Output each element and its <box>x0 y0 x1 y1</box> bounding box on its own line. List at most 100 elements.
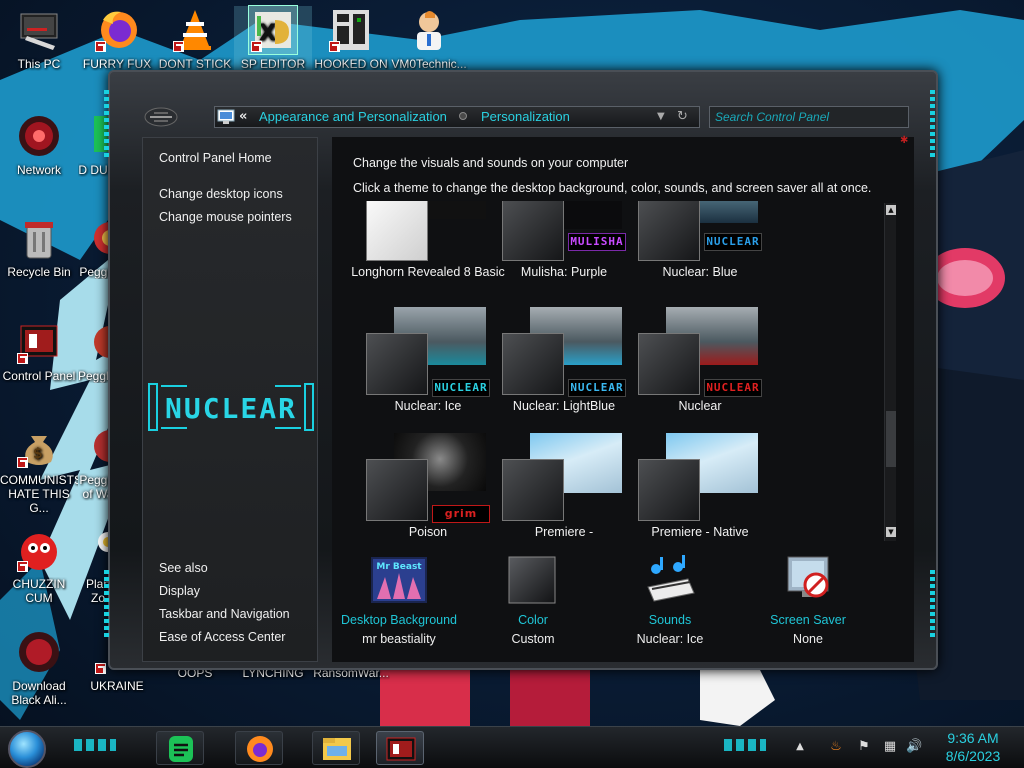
theme-label: Premiere - <box>534 525 594 539</box>
theme-color-swatch <box>638 459 700 521</box>
theme-label: Nuclear: Ice <box>394 399 462 413</box>
color-title[interactable]: Color <box>464 613 602 627</box>
theme-color-swatch <box>366 459 428 521</box>
control-panel-home-link[interactable]: Control Panel Home <box>159 151 272 165</box>
network-tray-icon[interactable]: ▦ <box>882 739 898 755</box>
control-panel-small-icon <box>217 109 235 125</box>
screen-saver-icon <box>780 555 836 605</box>
desktop-background-icon: Mr Beast <box>371 555 427 605</box>
breadcrumb-overflow-button[interactable]: « <box>239 109 247 124</box>
scroll-down-icon[interactable]: ▼ <box>886 527 896 537</box>
flag-icon[interactable]: ⚑ <box>856 739 872 755</box>
taskbar-explorer-button[interactable] <box>312 731 360 765</box>
theme-gallery: Longhorn Revealed 8 Basic MULISHA Mulish… <box>352 201 882 541</box>
desktop-icon-vm0techic[interactable]: VM0Technic... <box>390 6 468 71</box>
taskbar-spotify-button[interactable] <box>156 731 204 765</box>
desktop-icon-sp-editor[interactable]: X SP EDITOR <box>234 5 312 71</box>
control-panel-icon <box>15 318 63 366</box>
theme-color-swatch <box>502 459 564 521</box>
theme-label: Nuclear <box>678 399 722 413</box>
desktop-background-setting[interactable]: Mr Beast Desktop Background mr beastiali… <box>330 555 468 646</box>
theme-tile[interactable]: NUCLEAR Nuclear <box>622 307 762 437</box>
desktop-icon-chuzzin[interactable]: CHUZZIN CUM <box>0 526 78 605</box>
change-desktop-icons-link[interactable]: Change desktop icons <box>159 187 283 201</box>
control-panel-taskbar-icon <box>386 737 416 761</box>
scrollbar-thumb[interactable] <box>886 411 896 467</box>
clock[interactable]: 9:36 AM 8/6/2023 <box>928 729 1018 765</box>
theme-badge: NUCLEAR <box>704 379 762 397</box>
doctor-icon <box>405 6 453 54</box>
taskbar: ▲ ♨ ⚑ ▦ 🔊 9:36 AM 8/6/2023 <box>0 726 1024 768</box>
theme-scrollbar[interactable]: ▲ ▼ <box>884 203 896 541</box>
theme-badge: MULISHA <box>568 233 626 251</box>
breadcrumb-personalization[interactable]: Personalization <box>481 109 570 124</box>
clock-time: 9:36 AM <box>947 730 999 746</box>
ease-of-access-link[interactable]: Ease of Access Center <box>159 630 285 644</box>
frame-accent-right-top <box>930 90 935 160</box>
svg-text:$: $ <box>33 446 43 462</box>
spotify-icon <box>169 736 193 762</box>
firefox-icon <box>93 6 141 54</box>
firefox-icon <box>247 736 273 762</box>
desktop-icon-furry-fux[interactable]: FURRY FUX <box>78 6 156 71</box>
desktop-icon-download-black[interactable]: Download Black Ali... <box>0 628 78 707</box>
see-also-heading: See also <box>159 561 208 575</box>
desktop-icon-network[interactable]: Network <box>0 112 78 177</box>
refresh-icon[interactable]: ↻ <box>677 109 688 124</box>
screen-saver-setting[interactable]: Screen Saver None <box>739 555 877 646</box>
desktop-background-thumb-text: Mr Beast <box>376 562 422 572</box>
clock-date: 8/6/2023 <box>945 748 1001 764</box>
address-bar[interactable]: « Appearance and Personalization Persona… <box>214 106 700 128</box>
taskbar-control-panel-button[interactable] <box>376 731 424 765</box>
start-button[interactable] <box>8 730 46 768</box>
color-value: Custom <box>511 632 555 646</box>
search-input[interactable] <box>709 106 909 128</box>
display-link[interactable]: Display <box>159 584 200 598</box>
taskbar-navigation-link[interactable]: Taskbar and Navigation <box>159 607 290 621</box>
sp-editor-icon: X <box>248 5 298 55</box>
theme-label: Longhorn Revealed 8 Basic <box>352 265 505 279</box>
tray-overflow-icon[interactable]: ▲ <box>792 739 808 755</box>
address-dropdown-icon[interactable]: ▼ <box>657 111 665 122</box>
desktop-icon-this-pc[interactable]: This PC <box>0 6 78 71</box>
theme-tile[interactable]: NUCLEAR Nuclear: LightBlue <box>486 307 626 437</box>
volume-icon[interactable]: 🔊 <box>906 739 922 755</box>
chuzzle-icon <box>15 526 63 574</box>
desktop-icon-recycle-bin[interactable]: Recycle Bin <box>0 214 78 279</box>
scroll-up-icon[interactable]: ▲ <box>886 205 896 215</box>
sounds-title[interactable]: Sounds <box>601 613 739 627</box>
folder-icon <box>323 738 351 760</box>
screen-saver-value: None <box>793 632 823 646</box>
theme-color-swatch <box>366 201 428 261</box>
color-icon <box>505 555 561 605</box>
back-forward-button[interactable] <box>144 106 178 128</box>
theme-badge: NUCLEAR <box>568 379 626 397</box>
theme-label: Nuclear: Blue <box>662 265 738 279</box>
theme-tile[interactable]: Premiere - Native <box>622 433 758 541</box>
change-mouse-pointers-link[interactable]: Change mouse pointers <box>159 210 292 224</box>
breadcrumb-separator[interactable] <box>459 112 467 120</box>
desktop-icon-hooked-on[interactable]: HOOKED ON <box>312 6 390 71</box>
desktop-background-title[interactable]: Desktop Background <box>330 613 468 627</box>
theme-label: Poison <box>408 525 448 539</box>
sounds-setting[interactable]: Sounds Nuclear: Ice <box>601 555 739 646</box>
theme-tile[interactable]: NUCLEAR Nuclear: Ice <box>352 307 490 437</box>
hooked-on-icon <box>327 6 375 54</box>
taskbar-firefox-button[interactable] <box>235 731 283 765</box>
theme-color-swatch <box>638 201 700 261</box>
frame-accent-right-bottom <box>930 570 935 640</box>
breadcrumb-appearance[interactable]: Appearance and Personalization <box>259 109 447 124</box>
frame-accent-left-top <box>104 90 109 160</box>
main-content-pane: ✱ Change the visuals and sounds on your … <box>330 135 914 662</box>
desktop-icon-dont-stick[interactable]: DONT STICK <box>156 6 234 71</box>
help-icon[interactable]: ✱ <box>900 135 908 146</box>
tray-app-icon[interactable]: ♨ <box>828 739 844 755</box>
theme-badge: grim <box>432 505 490 523</box>
theme-tile[interactable]: Premiere - <box>486 433 622 541</box>
theme-tile[interactable]: grim Poison <box>352 433 490 541</box>
desktop-icon-control-panel[interactable]: Control Panel <box>0 318 78 383</box>
desktop-icon-communists[interactable]: $ COMMUNISTS HATE THIS G... <box>0 422 78 515</box>
screen-saver-title[interactable]: Screen Saver <box>739 613 877 627</box>
theme-color-swatch <box>502 201 564 261</box>
color-setting[interactable]: Color Custom <box>464 555 602 646</box>
